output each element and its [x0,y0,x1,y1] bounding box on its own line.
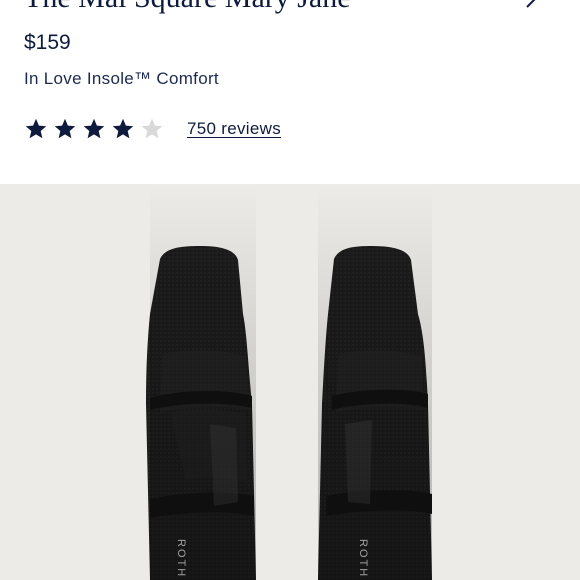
chevron-right-icon[interactable] [520,0,540,10]
star-icon [53,117,77,141]
reviews-link[interactable]: 750 reviews [187,119,281,139]
comfort-feature: In Love Insole™ Comfort [24,69,219,88]
star-icon [24,117,48,141]
star-icon [82,117,106,141]
right-shoe: ROTH [318,184,432,580]
star-rating [24,117,169,141]
left-shoe: ROTH [146,184,256,580]
star-icon [140,117,164,141]
product-title: The Mai Square Mary Jane [24,0,544,16]
star-icon [111,117,135,141]
product-image[interactable]: ROTH ROTH [0,184,580,580]
product-price: $159 [24,31,71,54]
rating-row: 750 reviews [24,116,281,142]
